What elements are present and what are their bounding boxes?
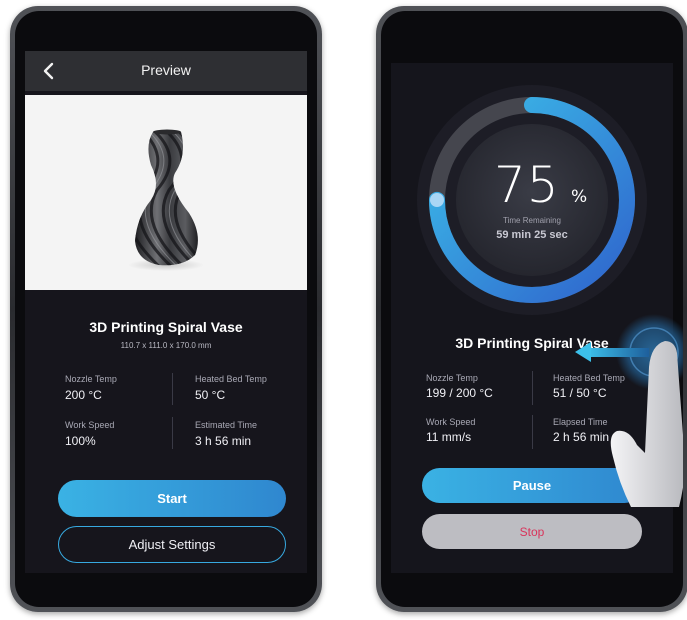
preview-screen: Preview 3D Printing Spiral Vase 110.7 x … [25,51,307,573]
page-title: Preview [141,62,191,78]
nozzle-temp-label: Nozzle Temp [65,374,117,384]
work-speed-label: Work Speed [65,420,115,430]
phone-frame-printing: 75 % Time Remaining 59 min 25 sec 3D Pri… [376,6,687,612]
work-speed-value: 100% [65,434,96,448]
stop-button[interactable]: Stop [422,514,642,549]
progress-percent-sign: % [571,187,588,207]
time-remaining-label: Time Remaining [503,216,561,225]
model-dimensions: 110.7 x 111.0 x 170.0 mm [120,341,212,350]
phone-frame-preview: Preview 3D Printing Spiral Vase 110.7 x … [10,6,322,612]
nozzle-temp-value: 199 / 200 °C [426,386,493,400]
start-button[interactable]: Start [58,480,286,517]
work-speed-label: Work Speed [426,417,476,427]
bed-temp-label: Heated Bed Temp [195,374,267,384]
divider [532,415,533,449]
nozzle-temp-label: Nozzle Temp [426,373,478,383]
estimated-time-label: Estimated Time [195,420,258,430]
divider [532,371,533,405]
model-preview [25,95,307,290]
phone-bezel: Preview 3D Printing Spiral Vase 110.7 x … [15,11,317,607]
estimated-time-value: 3 h 56 min [195,434,252,448]
phone-bezel: 75 % Time Remaining 59 min 25 sec 3D Pri… [381,11,683,607]
nozzle-temp-value: 200 °C [65,388,102,402]
ring-knob [430,193,444,207]
spiral-vase-model-image [128,129,204,271]
time-remaining-value: 59 min 25 sec [496,229,568,241]
swipe-left-hand-icon [575,314,683,507]
divider [172,373,173,405]
model-name: 3D Printing Spiral Vase [89,319,243,335]
progress-percent: 75 [494,156,560,214]
adjust-settings-button[interactable]: Adjust Settings [58,526,286,563]
bed-temp-value: 50 °C [195,388,226,402]
top-bar: Preview [25,51,307,91]
work-speed-value: 11 mm/s [426,430,472,444]
divider [172,417,173,449]
